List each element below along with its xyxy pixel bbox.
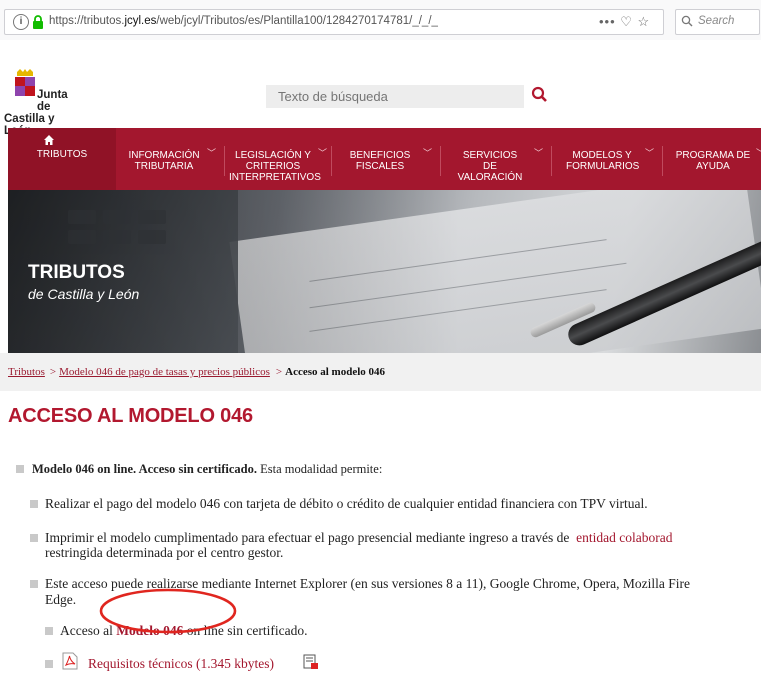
document-icon[interactable] (303, 654, 319, 670)
chevron-down-icon: ﹀ (422, 148, 432, 158)
info-icon[interactable]: i (13, 14, 29, 30)
list-item-pago-tpv: Realizar el pago del modelo 046 con tarj… (45, 496, 648, 511)
url-bar[interactable]: i https://tributos.jcyl.es/web/jcyl/Trib… (4, 9, 664, 35)
chevron-down-icon: ﹀ (317, 148, 327, 158)
breadcrumb: Tributos > Modelo 046 de pago de tasas y p… (8, 366, 385, 378)
nav-label: TRIBUTOS (36, 149, 88, 160)
browser-search-field[interactable]: Search (675, 9, 760, 35)
bullet-icon (45, 660, 53, 668)
nav-item-tributos[interactable]: TRIBUTOS (8, 128, 116, 190)
site-search-icon[interactable] (530, 85, 552, 107)
url-domain: jcyl.es (124, 15, 157, 27)
bullet-icon (30, 500, 38, 508)
nav-item-informacion[interactable]: INFORMACIÓN TRIBUTARIA ﹀ (116, 128, 224, 190)
page-actions-icons[interactable]: ••• ♡ ☆ (599, 14, 650, 30)
browser-search-placeholder: Search (698, 15, 735, 27)
pdf-icon (62, 652, 78, 670)
requisitos-link[interactable]: Requisitos técnicos (1.345 kbytes) (88, 656, 274, 671)
requisitos-line: Requisitos técnicos (1.345 kbytes) (88, 656, 274, 672)
nav-item-modelos[interactable]: MODELOS Y FORMULARIOS ﹀ (552, 128, 662, 190)
bullet-icon (30, 534, 38, 542)
url-text: https://tributos.jcyl.es/web/jcyl/Tribut… (49, 15, 438, 27)
breadcrumb-separator: > (275, 366, 283, 378)
chevron-down-icon: ﹀ (756, 148, 761, 159)
entidad-colaboradora-link[interactable]: entidad colaborad (576, 530, 672, 545)
site-search-input[interactable] (266, 85, 524, 108)
junta-logo[interactable]: Junta de Castilla y León (4, 68, 74, 137)
url-path: /web/jcyl/Tributos/es/Plantilla100/12842… (156, 15, 438, 27)
nav-label: MODELOS Y FORMULARIOS (566, 150, 640, 172)
chevron-down-icon: ﹀ (533, 148, 543, 158)
breadcrumb-bar: Tributos > Modelo 046 de pago de tasas y p… (0, 353, 761, 391)
nav-label: SERVICIOS DE VALORACIÓN (457, 150, 523, 183)
intro-bold: Modelo 046 on line. Acceso sin certifica… (32, 462, 257, 476)
search-icon (681, 15, 693, 27)
hero-banner: TRIBUTOS de Castilla y León (8, 190, 761, 353)
hero-subtitle: de Castilla y León (28, 286, 140, 302)
intro-text: Modelo 046 on line. Acceso sin certifica… (32, 461, 382, 477)
nav-item-servicios[interactable]: SERVICIOS DE VALORACIÓN ﹀ (441, 128, 551, 190)
chevron-down-icon: ﹀ (206, 148, 216, 158)
breadcrumb-current: Acceso al modelo 046 (285, 366, 386, 378)
bullet-icon (16, 465, 24, 473)
main-nav: TRIBUTOS INFORMACIÓN TRIBUTARIA ﹀ LEGISL… (8, 128, 761, 190)
list-item-imprimir-cont: restringida determinada por el centro ge… (45, 545, 284, 560)
lock-icon (33, 15, 43, 29)
nav-label: BENEFICIOS FISCALES (349, 150, 411, 172)
bullet-icon (30, 580, 38, 588)
chevron-down-icon: ﹀ (644, 148, 654, 158)
nav-item-programa[interactable]: PROGRAMA DE AYUDA ﹀ (663, 128, 761, 190)
nav-item-beneficios[interactable]: BENEFICIOS FISCALES ﹀ (332, 128, 440, 190)
item2-text: Imprimir el modelo cumplimentado para ef… (45, 530, 570, 545)
annotation-ellipse (99, 588, 237, 634)
nav-item-legislacion[interactable]: LEGISLACIÓN Y CRITERIOS INTERPRETATIVOS … (225, 128, 331, 190)
hero-title: TRIBUTOS (28, 262, 125, 283)
list-item-imprimir: Imprimir el modelo cumplimentado para ef… (45, 530, 673, 546)
breadcrumb-separator: > (49, 366, 57, 378)
page-title: ACCESO AL MODELO 046 (8, 405, 253, 427)
bullet-icon (45, 627, 53, 635)
list-item-navegadores-cont: Edge. (45, 592, 77, 607)
nav-label: INFORMACIÓN TRIBUTARIA (128, 150, 200, 172)
url-prefix: https://tributos. (49, 15, 125, 27)
nav-label: LEGISLACIÓN Y CRITERIOS INTERPRETATIVOS (229, 150, 321, 183)
nav-label: PROGRAMA DE AYUDA (675, 150, 751, 172)
home-icon (44, 135, 54, 145)
intro-rest: Esta modalidad permite: (256, 462, 383, 476)
logo-line1: Junta de (37, 89, 68, 113)
breadcrumb-link-tributos[interactable]: Tributos (8, 366, 45, 378)
browser-toolbar: i https://tributos.jcyl.es/web/jcyl/Trib… (0, 0, 761, 40)
breadcrumb-link-modelo-046[interactable]: Modelo 046 de pago de tasas y precios pú… (59, 366, 270, 378)
